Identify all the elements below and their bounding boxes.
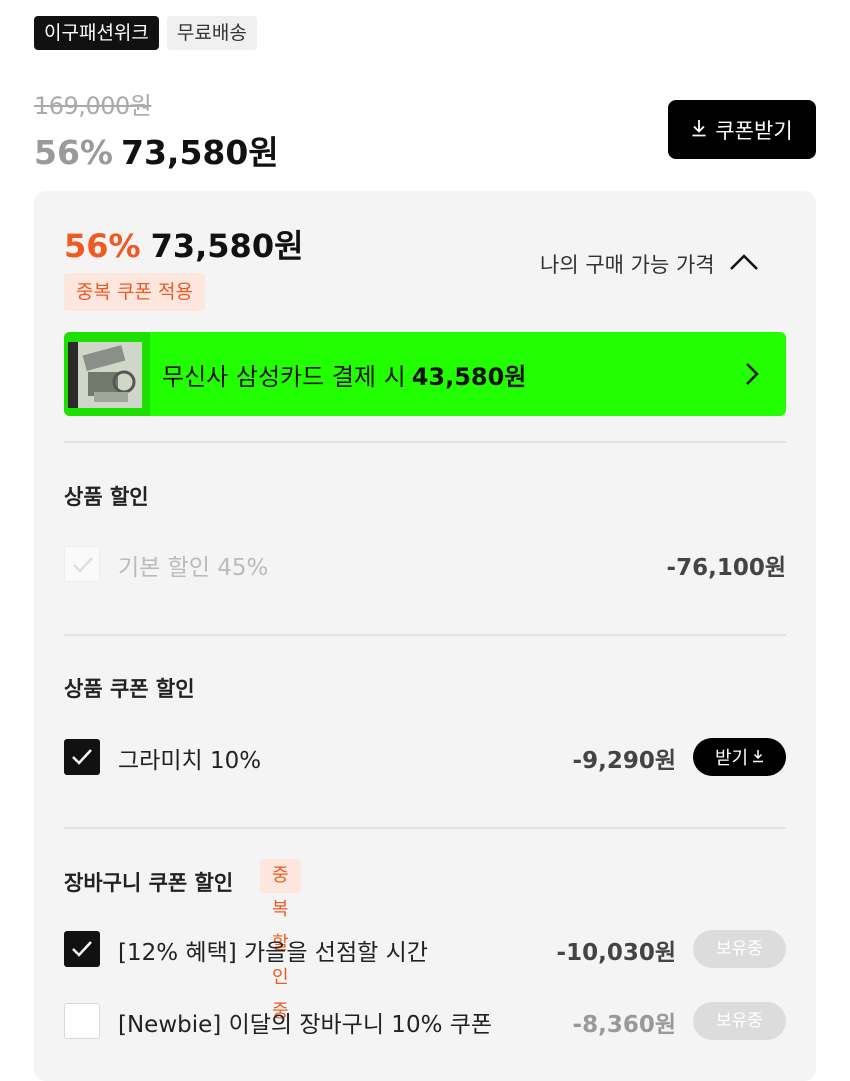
cart-coupon-title: 장바구니 쿠폰 할인 중복 할인 중 <box>64 859 301 1022</box>
duplicate-coupon-tag: 중복 쿠폰 적용 <box>64 273 205 311</box>
card-banner-text: 무신사 삼성카드 결제 시 43,580원 <box>162 357 526 392</box>
card-banner-label: 무신사 삼성카드 결제 시 <box>162 362 406 391</box>
discount-row-basic: 기본 할인 45% -76,100원 <box>64 544 786 584</box>
newbie-coupon-label: [Newbie] 이달의 장바구니 10% 쿠폰 <box>118 1012 493 1038</box>
my-price-label: 나의 구매 가능 가격 <box>540 253 715 277</box>
divider <box>64 827 786 829</box>
samsung-card-banner[interactable]: 무신사 삼성카드 결제 시 43,580원 <box>64 332 786 416</box>
download-icon <box>752 747 764 768</box>
newbie-coupon-amount: -8,360원 <box>572 1012 676 1038</box>
cart-coupon-label: [12% 혜택] 가을을 선점할 시간 <box>118 940 428 966</box>
product-discount-title: 상품 할인 <box>64 485 149 509</box>
cart-coupon-checkbox[interactable] <box>64 931 100 967</box>
sale-price: 73,580원 <box>121 133 279 172</box>
cart-coupon-row: [Newbie] 이달의 장바구니 10% 쿠폰 -8,360원 보유중 <box>64 1001 786 1041</box>
owned-status-badge: 보유중 <box>693 1002 786 1040</box>
card-thumbnail-image <box>64 332 150 416</box>
download-icon <box>691 118 707 142</box>
divider <box>64 441 786 443</box>
duplicate-discount-tag: 중복 할인 중 <box>260 859 301 1022</box>
card-banner-amount: 43,580원 <box>411 362 527 391</box>
get-coupon-button[interactable]: 쿠폰받기 <box>668 100 816 159</box>
owned-status-badge: 보유중 <box>693 930 786 968</box>
divider <box>64 634 786 636</box>
gramicci-checkbox[interactable] <box>64 739 100 775</box>
cart-coupon-title-text: 장바구니 쿠폰 할인 <box>64 871 234 895</box>
store-badge: 이구패션위크 <box>34 16 159 50</box>
my-price-toggle[interactable]: 나의 구매 가능 가격 <box>540 249 759 279</box>
panel-price-row: 56% 73,580원 <box>64 221 304 267</box>
panel-price: 73,580원 <box>150 227 304 265</box>
gramicci-coupon-amount: -9,290원 <box>572 748 676 774</box>
get-coupon-label: 쿠폰받기 <box>715 118 793 143</box>
chevron-up-icon <box>729 252 759 276</box>
receive-coupon-button[interactable]: 받기 <box>693 738 786 776</box>
basic-discount-label: 기본 할인 45% <box>118 555 269 581</box>
chevron-right-icon <box>744 361 760 391</box>
panel-discount-percent: 56% <box>64 227 141 265</box>
gramicci-coupon-label: 그라미치 10% <box>118 748 262 774</box>
discount-percent: 56% <box>34 133 113 172</box>
coupon-row-gramicci: 그라미치 10% -9,290원 받기 <box>64 737 786 777</box>
cart-coupon-row: [12% 혜택] 가을을 선점할 시간 -10,030원 보유중 <box>64 929 786 969</box>
cart-coupon-amount: -10,030원 <box>556 940 676 966</box>
free-shipping-badge: 무료배송 <box>166 16 257 50</box>
price-detail-panel: 56% 73,580원 중복 쿠폰 적용 나의 구매 가능 가격 무신사 삼성카… <box>34 191 816 1081</box>
disabled-checkbox <box>64 546 100 582</box>
basic-discount-amount: -76,100원 <box>666 555 786 581</box>
newbie-coupon-checkbox[interactable] <box>64 1003 100 1039</box>
sale-price-row: 56% 73,580원 <box>34 126 279 174</box>
receive-coupon-label: 받기 <box>714 748 749 769</box>
original-price: 169,000원 <box>34 92 152 120</box>
product-coupon-title: 상품 쿠폰 할인 <box>64 677 195 701</box>
badge-group: 이구패션위크 무료배송 <box>34 16 257 50</box>
